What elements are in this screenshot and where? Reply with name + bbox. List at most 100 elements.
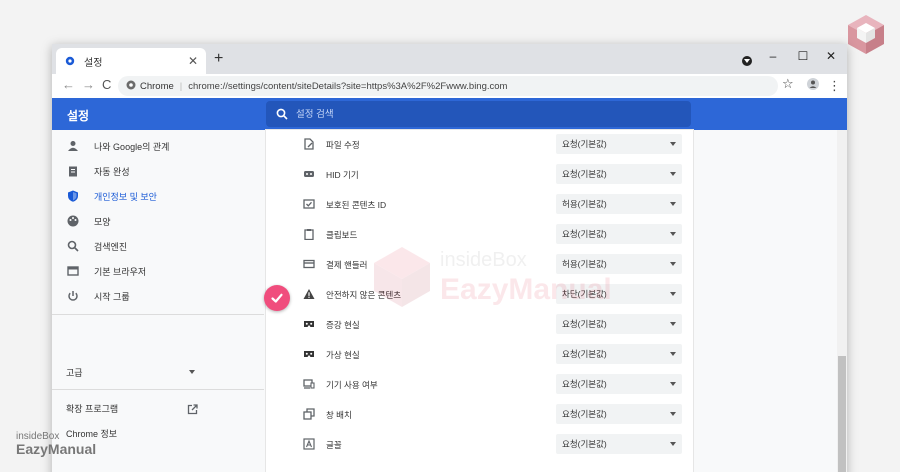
sidebar-item-label: 검색엔진	[94, 241, 128, 252]
permission-row-payment-handler: 결제 핸들러 허용(기본값)	[266, 250, 693, 280]
permission-select[interactable]: 요청(기본값)	[556, 344, 682, 364]
settings-gear-icon	[64, 55, 76, 67]
clipboard-icon	[66, 164, 80, 178]
permission-select[interactable]: 요청(기본값)	[556, 434, 682, 454]
sidebar-item-label: 모양	[94, 216, 111, 227]
file-edit-icon	[302, 137, 316, 151]
chevron-down-icon[interactable]	[189, 370, 195, 374]
back-button[interactable]: ←	[62, 77, 75, 93]
permission-row-device-use: 기기 사용 여부 요청(기본값)	[266, 370, 693, 400]
settings-title: 설정	[67, 109, 90, 123]
sidebar-extensions[interactable]: 확장 프로그램	[66, 402, 118, 415]
permission-label: 글꼴	[326, 440, 342, 450]
permission-label: 결제 핸들러	[326, 260, 368, 270]
forward-button[interactable]: →	[82, 77, 95, 93]
settings-search-box[interactable]	[266, 101, 691, 127]
sidebar-item-on-startup[interactable]: 시작 그룹	[52, 284, 264, 308]
sidebar-item-appearance[interactable]: 모양	[52, 209, 264, 233]
check-icon	[271, 293, 283, 303]
permission-label: HID 기기	[326, 170, 359, 180]
permission-select[interactable]: 요청(기본값)	[556, 134, 682, 154]
search-icon	[276, 108, 288, 120]
reload-button[interactable]: C	[102, 77, 111, 93]
permission-label: 파일 수정	[326, 140, 360, 150]
tab-title: 설정	[84, 57, 103, 69]
browser-window: 설정 ✕ + – ☐ ✕ ← → C Chrome | chrome://set…	[52, 44, 847, 472]
permission-row-window-placement: 창 배치 요청(기본값)	[266, 400, 693, 430]
permission-select[interactable]: 요청(기본값)	[556, 374, 682, 394]
power-icon	[66, 289, 80, 303]
sidebar-divider	[52, 314, 264, 315]
clipboard-icon	[302, 227, 316, 241]
permission-label: 클립보드	[326, 230, 358, 240]
sidebar-item-label: 개인정보 및 보안	[94, 191, 157, 202]
permission-label: 보호된 콘텐츠 ID	[326, 200, 387, 210]
permission-row-font: 글꼴 요청(기본값)	[266, 430, 693, 460]
payment-handler-icon	[302, 257, 316, 271]
maximize-button[interactable]: ☐	[795, 48, 811, 64]
sidebar-advanced[interactable]: 고급	[66, 366, 83, 379]
permission-select[interactable]: 요청(기본값)	[556, 404, 682, 424]
insidebox-logo-icon	[848, 15, 884, 54]
person-icon	[66, 139, 80, 153]
new-tab-button[interactable]: +	[214, 51, 223, 67]
profile-avatar-icon[interactable]	[807, 78, 819, 95]
protected-content-icon	[302, 197, 316, 211]
tab-search-icon[interactable]	[742, 56, 752, 66]
device-use-icon	[302, 377, 316, 391]
browser-menu-icon[interactable]: ⋮	[828, 78, 841, 94]
scrollbar-thumb[interactable]	[838, 356, 846, 472]
address-bar[interactable]: Chrome | chrome://settings/content/siteD…	[118, 76, 778, 96]
settings-sidebar: 나와 Google의 관계 자동 완성 개인정보 및 보안 모양 검색엔진 기본…	[52, 130, 264, 472]
permission-label: 증강 현실	[326, 320, 360, 330]
permission-select[interactable]: 요청(기본값)	[556, 224, 682, 244]
sidebar-item-label: 기본 브라우저	[94, 266, 147, 277]
settings-header: 설정	[52, 98, 847, 130]
search-icon	[66, 239, 80, 253]
sidebar-item-label: 자동 완성	[94, 166, 130, 177]
permission-row-hid: HID 기기 요청(기본값)	[266, 160, 693, 190]
permission-row-clipboard: 클립보드 요청(기본값)	[266, 220, 693, 250]
permission-select[interactable]: 차단(기본값)	[556, 284, 682, 304]
browser-window-icon	[66, 264, 80, 278]
hid-device-icon	[302, 167, 316, 181]
chrome-site-icon	[126, 80, 136, 93]
brand-line2: EazyManual	[16, 441, 97, 457]
sidebar-item-autofill[interactable]: 자동 완성	[52, 159, 264, 183]
permission-select[interactable]: 허용(기본값)	[556, 254, 682, 274]
bookmark-star-icon[interactable]: ☆	[782, 76, 794, 92]
close-window-button[interactable]: ✕	[823, 48, 839, 64]
permission-row-insecure-content: 안전하지 않은 콘텐츠 차단(기본값)	[266, 280, 693, 310]
palette-icon	[66, 214, 80, 228]
permission-row-file-edit: 파일 수정 요청(기본값)	[266, 130, 693, 160]
permission-select[interactable]: 허용(기본값)	[556, 194, 682, 214]
browser-toolbar: ← → C Chrome | chrome://settings/content…	[52, 74, 847, 98]
permission-select[interactable]: 요청(기본값)	[556, 314, 682, 334]
check-badge	[264, 285, 290, 311]
vr-icon	[302, 347, 316, 361]
tab-settings[interactable]: 설정 ✕	[56, 48, 206, 74]
sidebar-item-default-browser[interactable]: 기본 브라우저	[52, 259, 264, 283]
sidebar-item-search-engine[interactable]: 검색엔진	[52, 234, 264, 258]
minimize-button[interactable]: –	[765, 48, 781, 64]
omnibox-separator: |	[179, 80, 183, 92]
shield-icon	[66, 189, 80, 203]
open-in-new-icon[interactable]	[187, 402, 198, 420]
permission-row-protected-content: 보호된 콘텐츠 ID 허용(기본값)	[266, 190, 693, 220]
tab-close-icon[interactable]: ✕	[188, 55, 198, 67]
permission-row-vr: 가상 현실 요청(기본값)	[266, 340, 693, 370]
site-label: Chrome	[140, 80, 174, 92]
tab-strip: 설정 ✕ + – ☐ ✕	[52, 44, 847, 74]
warning-icon	[302, 287, 316, 301]
settings-search-input[interactable]	[296, 108, 676, 120]
brand-logo: insideBox EazyManual	[16, 431, 96, 457]
sidebar-divider	[52, 389, 264, 390]
sidebar-item-you-and-google[interactable]: 나와 Google의 관계	[52, 134, 264, 158]
permission-label: 가상 현실	[326, 350, 360, 360]
permission-select[interactable]: 요청(기본값)	[556, 164, 682, 184]
sidebar-item-privacy-security[interactable]: 개인정보 및 보안	[52, 184, 264, 208]
site-permissions-card: 파일 수정 요청(기본값) HID 기기 요청(기본값) 보호된 콘텐츠 ID …	[266, 130, 693, 472]
ar-icon	[302, 317, 316, 331]
permission-label: 기기 사용 여부	[326, 380, 378, 390]
sidebar-item-label: 시작 그룹	[94, 291, 130, 302]
